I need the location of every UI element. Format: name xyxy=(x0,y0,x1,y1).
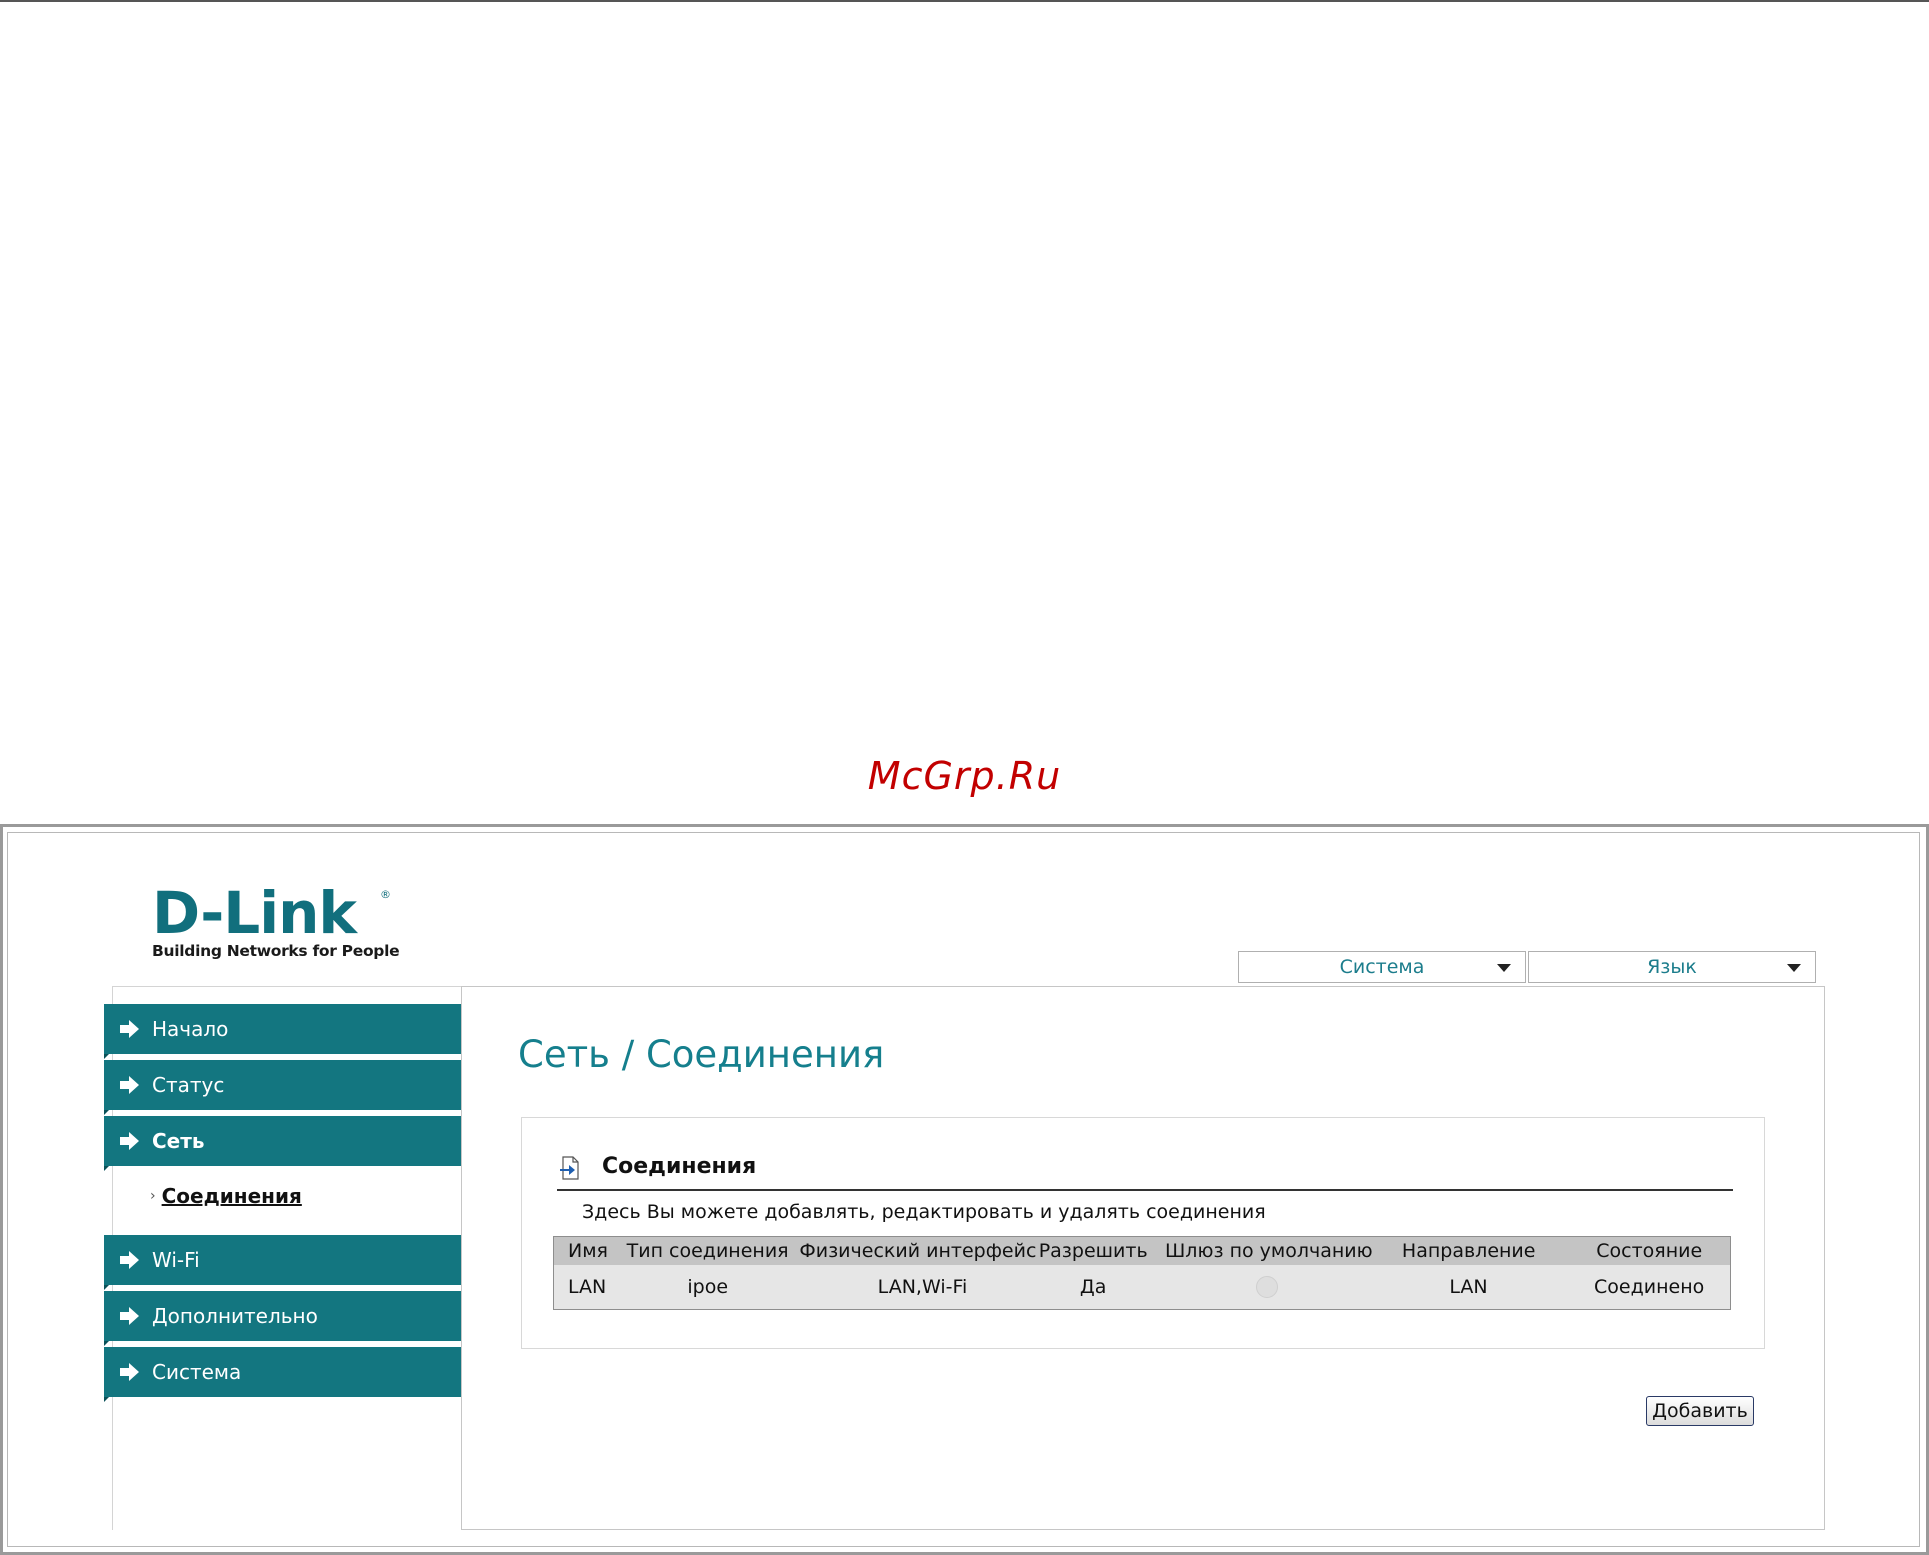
logo-name: D-Link xyxy=(152,879,357,947)
sidebar-item-label: Статус xyxy=(152,1073,225,1097)
logo-registered-mark: ® xyxy=(380,888,391,901)
sidebar-item-system[interactable]: Система xyxy=(104,1347,461,1402)
dlink-logo: D-Link ® Building Networks for People xyxy=(152,879,400,960)
table-row[interactable]: LAN ipoe LAN,Wi-Fi Да LAN Соединено xyxy=(554,1265,1730,1309)
sidebar-item-label: Начало xyxy=(152,1017,229,1041)
cell-physical-interface: LAN,Wi-Fi xyxy=(877,1276,968,1298)
bullet-icon: › xyxy=(150,1188,156,1204)
sidebar-subitem-label: Соединения xyxy=(161,1184,302,1208)
column-header: Физический интерфейс xyxy=(799,1240,1037,1262)
chevron-down-icon xyxy=(1787,964,1801,972)
column-header: Шлюз по умолчанию xyxy=(1164,1240,1373,1262)
arrow-right-icon xyxy=(120,1020,142,1038)
sidebar-item-label: Дополнительно xyxy=(152,1304,318,1328)
sidebar-item-network[interactable]: Сеть xyxy=(104,1116,461,1171)
language-dropdown-label: Язык xyxy=(1647,956,1697,978)
column-header: Направление xyxy=(1401,1240,1536,1262)
default-gateway-radio[interactable] xyxy=(1255,1276,1278,1299)
add-button[interactable]: Добавить xyxy=(1646,1396,1754,1426)
column-header: Тип соединения xyxy=(626,1240,789,1262)
panel-divider xyxy=(557,1189,1733,1191)
arrow-right-icon xyxy=(120,1132,142,1150)
top-rule xyxy=(0,0,1929,2)
arrow-right-icon xyxy=(120,1076,142,1094)
arrow-right-icon xyxy=(120,1251,142,1269)
connections-table: Имя Тип соединения Физический интерфейс … xyxy=(553,1236,1731,1310)
cell-state: Соединено xyxy=(1594,1276,1705,1298)
cell-allow: Да xyxy=(1079,1276,1107,1298)
system-dropdown-label: Система xyxy=(1339,956,1425,978)
page-title: Сеть / Соединения xyxy=(518,1033,885,1076)
panel-description: Здесь Вы можете добавлять, редактировать… xyxy=(582,1201,1266,1223)
panel-title: Соединения xyxy=(602,1154,757,1179)
sidebar-item-label: Система xyxy=(152,1360,242,1384)
sidebar-item-label: Сеть xyxy=(152,1129,205,1153)
sidebar-item-advanced[interactable]: Дополнительно xyxy=(104,1291,461,1346)
cell-name: LAN xyxy=(568,1276,607,1298)
cell-type: ipoe xyxy=(687,1276,729,1298)
column-header: Разрешить xyxy=(1038,1240,1148,1262)
column-header: Состояние xyxy=(1596,1240,1703,1262)
language-dropdown[interactable]: Язык xyxy=(1528,951,1816,983)
arrow-right-icon xyxy=(120,1363,142,1381)
document-arrow-icon xyxy=(560,1156,579,1180)
system-dropdown[interactable]: Система xyxy=(1238,951,1526,983)
sidebar-item-status[interactable]: Статус xyxy=(104,1060,461,1115)
column-header: Имя xyxy=(568,1240,608,1262)
chevron-down-icon xyxy=(1497,964,1511,972)
connections-panel xyxy=(521,1117,1765,1349)
sidebar-item-start[interactable]: Начало xyxy=(104,1004,461,1059)
sidebar-subitem-connections[interactable]: › Соединения xyxy=(150,1184,302,1208)
sidebar-item-wifi[interactable]: Wi-Fi xyxy=(104,1235,461,1290)
cell-direction: LAN xyxy=(1449,1276,1488,1298)
logo-tagline: Building Networks for People xyxy=(152,942,400,960)
cell-default-gateway xyxy=(1165,1276,1369,1299)
watermark: McGrp.Ru xyxy=(867,754,1062,798)
arrow-right-icon xyxy=(120,1307,142,1325)
table-header-row: Имя Тип соединения Физический интерфейс … xyxy=(554,1237,1730,1265)
sidebar-item-label: Wi-Fi xyxy=(152,1248,200,1272)
